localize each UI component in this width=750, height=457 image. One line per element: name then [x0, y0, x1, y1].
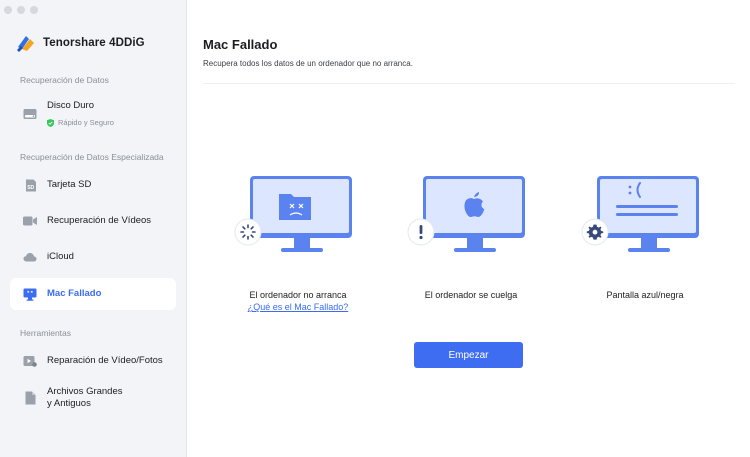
- sidebar-item-label: Disco Duro: [47, 100, 94, 111]
- warning-exclamation-icon: [419, 225, 423, 240]
- sidebar-item-label: Recuperación de Vídeos: [47, 215, 152, 226]
- cloud-icon: [23, 250, 37, 264]
- scenario-label: El ordenador se cuelga: [424, 290, 518, 300]
- start-button[interactable]: Empezar: [414, 342, 523, 368]
- app-name: Tenorshare 4DDiG: [43, 37, 145, 49]
- scenario-card-blue-black-screen: Pantalla azul/negra: [580, 168, 710, 318]
- scenario-label: Pantalla azul/negra: [606, 290, 684, 300]
- section-title-tools: Herramientas: [20, 328, 72, 338]
- video-repair-icon: [23, 354, 37, 368]
- header-divider: [203, 83, 735, 84]
- sidebar-item-icloud[interactable]: iCloud: [10, 245, 176, 269]
- app-brand: Tenorshare 4DDiG: [15, 33, 145, 53]
- close-window-button[interactable]: [4, 6, 12, 14]
- what-is-mac-fallado-link[interactable]: ¿Qué es el Mac Fallado?: [233, 302, 363, 312]
- shield-check-icon: [47, 118, 54, 127]
- sidebar-item-label: Tarjeta SD: [47, 179, 92, 190]
- sidebar-item-label: Reparación de Vídeo/Fotos: [47, 355, 163, 366]
- sidebar-item-large-old-files[interactable]: Archivos Grandes y Antiguos: [10, 384, 176, 412]
- minimize-window-button[interactable]: [17, 6, 25, 14]
- section-title-data-recovery: Recuperación de Datos: [20, 75, 109, 85]
- svg-text:SD: SD: [27, 185, 34, 191]
- monitor-blue-screen-illustration: [581, 176, 699, 252]
- monitor-not-booting-illustration: [234, 176, 352, 252]
- scenario-card-freezing: El ordenador se cuelga: [406, 168, 536, 318]
- main-panel: Mac Fallado Recupera todos los datos de …: [188, 0, 750, 457]
- page-title: Mac Fallado: [203, 37, 278, 52]
- sidebar-item-video-recovery[interactable]: Recuperación de Vídeos: [10, 209, 176, 233]
- sidebar-item-video-photo-repair[interactable]: Reparación de Vídeo/Fotos: [10, 349, 176, 373]
- hard-disk-icon: [23, 107, 37, 121]
- sidebar-item-hard-disk[interactable]: Disco Duro Rápido y Seguro: [10, 96, 176, 132]
- scenario-card-not-booting: El ordenador no arranca ¿Qué es el Mac F…: [233, 168, 363, 318]
- section-title-specialized-recovery: Recuperación de Datos Especializada: [20, 152, 164, 162]
- sidebar-item-mac-fallado[interactable]: Mac Fallado: [10, 278, 176, 310]
- sidebar-item-label-line2: y Antiguos: [47, 398, 91, 409]
- sidebar: Tenorshare 4DDiG Recuperación de Datos D…: [0, 0, 187, 457]
- window-controls: [4, 6, 38, 14]
- video-camera-icon: [23, 214, 37, 228]
- monitor-freezing-illustration: [407, 176, 525, 252]
- zoom-window-button[interactable]: [30, 6, 38, 14]
- page-subtitle: Recupera todos los datos de un ordenador…: [203, 59, 413, 68]
- scenario-label: El ordenador no arranca: [249, 290, 347, 300]
- sidebar-item-label: Mac Fallado: [47, 288, 102, 299]
- sidebar-item-sd-card[interactable]: SD Tarjeta SD: [10, 173, 176, 197]
- sidebar-item-label: iCloud: [47, 251, 74, 262]
- sd-card-icon: SD: [23, 178, 37, 192]
- sidebar-item-label-line1: Archivos Grandes: [47, 386, 123, 397]
- crashed-mac-icon: [23, 287, 37, 301]
- app-logo-icon: [17, 36, 34, 52]
- disk-subtitle: Rápido y Seguro: [58, 118, 114, 127]
- document-icon: [23, 391, 37, 405]
